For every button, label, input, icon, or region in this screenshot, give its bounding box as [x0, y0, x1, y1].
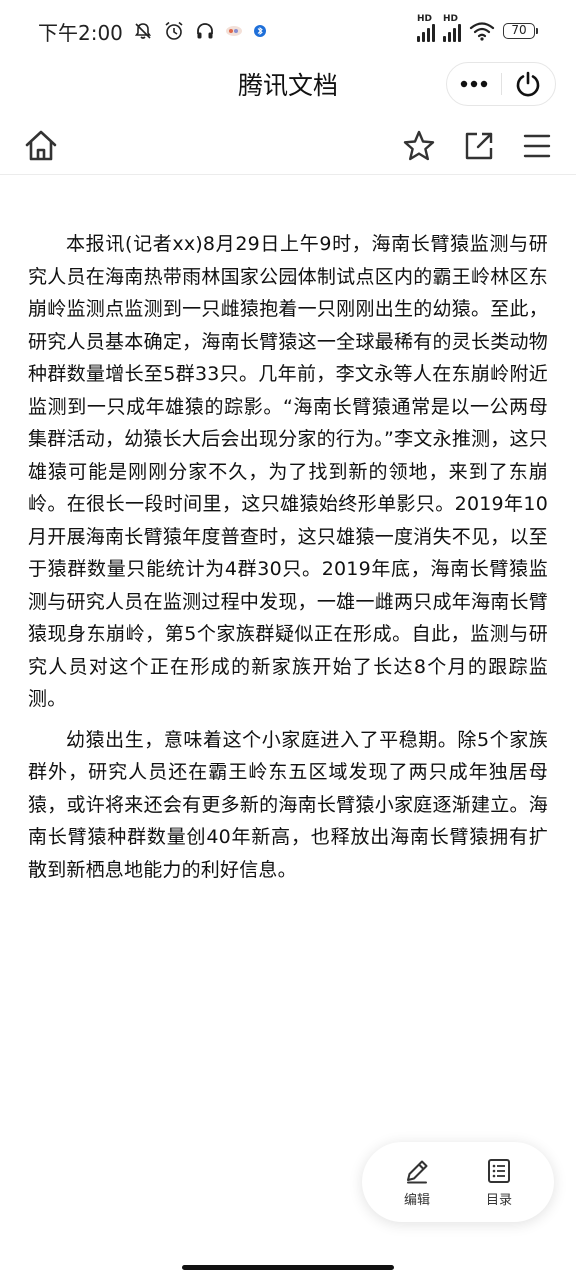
close-mini-program-button[interactable] [502, 63, 556, 105]
hd-label: HD [443, 14, 459, 24]
screen: 下午2:00 HD HD 70 腾讯文档 本报讯(记者xx)8月29日上午9时，… [0, 0, 576, 1280]
share-icon [465, 132, 493, 160]
more-icon [460, 80, 487, 88]
floating-action-bar: 编辑 目录 [362, 1142, 554, 1222]
home-icon [25, 130, 57, 161]
document-toolbar [0, 118, 576, 175]
menu-button[interactable] [517, 126, 557, 166]
hd-label: HD [417, 14, 433, 24]
toc-label: 目录 [485, 1192, 512, 1208]
app-notification-icon [225, 26, 242, 36]
pencil-icon [407, 1160, 428, 1183]
document-body: 本报讯(记者xx)8月29日上午9时，海南长臂猿监测与研究人员在海南热带雨林国家… [28, 228, 548, 894]
home-indicator[interactable] [182, 1265, 394, 1270]
paragraph-1: 本报讯(记者xx)8月29日上午9时，海南长臂猿监测与研究人员在海南热带雨林国家… [28, 233, 548, 710]
headphones-icon [197, 23, 213, 39]
wifi-icon [469, 22, 495, 41]
list-icon [488, 1158, 510, 1183]
signal-icon: HD [443, 14, 461, 42]
status-time: 下午2:00 [38, 20, 123, 45]
share-button[interactable] [459, 126, 499, 166]
power-icon [516, 71, 540, 97]
status-right: HD HD 70 [417, 14, 538, 42]
battery-icon: 70 [503, 23, 538, 39]
home-button[interactable] [21, 126, 61, 166]
more-button[interactable] [447, 63, 501, 105]
paragraph-2: 幼猿出生，意味着这个小家庭进入了平稳期。除5个家族群外，研究人员还在霸王岭东五区… [28, 728, 548, 881]
mini-program-capsule [446, 62, 556, 106]
status-left: 下午2:00 [38, 17, 267, 46]
status-bar: 下午2:00 HD HD 70 [0, 0, 576, 62]
favorite-button[interactable] [399, 126, 439, 166]
edit-button[interactable]: 编辑 [387, 1157, 447, 1208]
bluetooth-dot-icon [253, 25, 266, 37]
menu-icon [523, 134, 551, 158]
toc-button[interactable]: 目录 [469, 1157, 529, 1208]
star-icon [403, 130, 435, 161]
signal-icon: HD [417, 14, 435, 42]
bell-off-icon [134, 23, 152, 39]
alarm-icon [165, 21, 183, 40]
battery-level: 70 [503, 23, 535, 39]
title-bar: 腾讯文档 [0, 62, 576, 106]
edit-label: 编辑 [403, 1192, 430, 1208]
